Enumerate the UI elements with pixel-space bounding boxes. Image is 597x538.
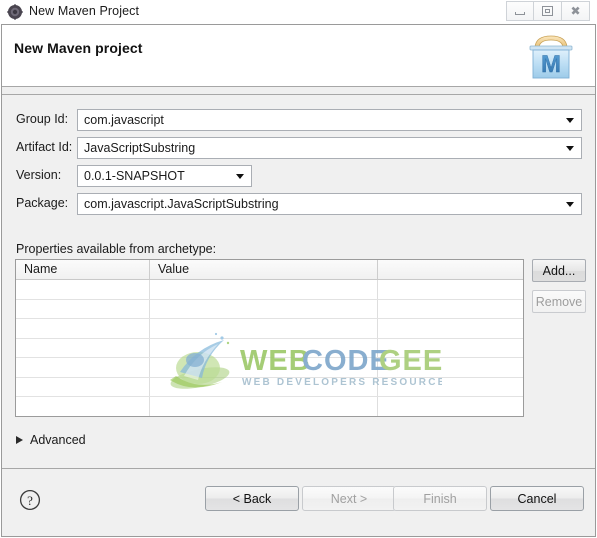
new-maven-project-dialog: New Maven Project ✖ New Maven project M … — [0, 0, 597, 538]
input-version[interactable]: 0.0.1-SNAPSHOT — [77, 165, 252, 187]
add-property-button[interactable]: Add... — [532, 259, 586, 282]
table-row[interactable] — [16, 299, 523, 319]
dialog-body: Group Id: com.javascript Artifact Id: Ja… — [2, 96, 595, 468]
input-artifact-id[interactable]: JavaScriptSubstring — [77, 137, 582, 159]
triangle-right-icon — [16, 436, 23, 444]
page-title: New Maven project — [14, 40, 143, 56]
next-button: Next > — [302, 486, 396, 511]
table-row[interactable] — [16, 358, 523, 378]
label-version: Version: — [16, 168, 62, 182]
table-row[interactable] — [16, 280, 523, 300]
label-group-id: Group Id: — [16, 112, 69, 126]
column-header-value[interactable]: Value — [150, 260, 378, 279]
table-row[interactable] — [16, 397, 523, 416]
close-button[interactable]: ✖ — [562, 1, 590, 21]
label-artifact-id: Artifact Id: — [16, 140, 73, 154]
maven-project-icon: M — [523, 31, 579, 83]
help-icon[interactable]: ? — [19, 489, 41, 511]
dialog-footer: ? < Back Next > Finish Cancel — [2, 469, 595, 536]
maximize-icon — [542, 6, 553, 16]
wizard-header: New Maven project M — [2, 25, 595, 87]
cancel-button[interactable]: Cancel — [490, 486, 584, 511]
minimize-button[interactable] — [506, 1, 534, 21]
value-group-id: com.javascript — [84, 113, 164, 127]
advanced-section-toggle[interactable]: Advanced — [16, 433, 86, 447]
chevron-down-icon[interactable] — [236, 174, 244, 179]
svg-text:?: ? — [27, 493, 33, 508]
header-separator — [2, 87, 595, 95]
eclipse-icon — [7, 4, 23, 20]
properties-label: Properties available from archetype: — [16, 242, 217, 256]
table-row[interactable] — [16, 377, 523, 397]
value-package: com.javascript.JavaScriptSubstring — [84, 197, 279, 211]
window-controls: ✖ — [506, 1, 590, 21]
column-header-name[interactable]: Name — [16, 260, 150, 279]
chevron-down-icon[interactable] — [566, 118, 574, 123]
value-artifact-id: JavaScriptSubstring — [84, 141, 196, 155]
dialog-frame: New Maven project M Group Id: com.javasc… — [1, 24, 596, 537]
table-row[interactable] — [16, 319, 523, 339]
chevron-down-icon[interactable] — [566, 202, 574, 207]
finish-button: Finish — [393, 486, 487, 511]
minimize-icon — [515, 12, 525, 15]
remove-property-button: Remove — [532, 290, 586, 313]
properties-table[interactable]: Name Value — [15, 259, 524, 417]
window-titlebar: New Maven Project ✖ — [0, 0, 597, 24]
label-package: Package: — [16, 196, 69, 210]
svg-text:M: M — [541, 51, 561, 78]
column-header-extra[interactable] — [378, 260, 523, 279]
value-version: 0.0.1-SNAPSHOT — [84, 169, 185, 183]
input-group-id[interactable]: com.javascript — [77, 109, 582, 131]
maximize-button[interactable] — [534, 1, 562, 21]
window-title: New Maven Project — [29, 4, 140, 18]
table-row[interactable] — [16, 338, 523, 358]
advanced-label: Advanced — [30, 433, 86, 447]
input-package[interactable]: com.javascript.JavaScriptSubstring — [77, 193, 582, 215]
table-header-row: Name Value — [16, 260, 523, 280]
close-icon: ✖ — [570, 4, 581, 18]
back-button[interactable]: < Back — [205, 486, 299, 511]
chevron-down-icon[interactable] — [566, 146, 574, 151]
